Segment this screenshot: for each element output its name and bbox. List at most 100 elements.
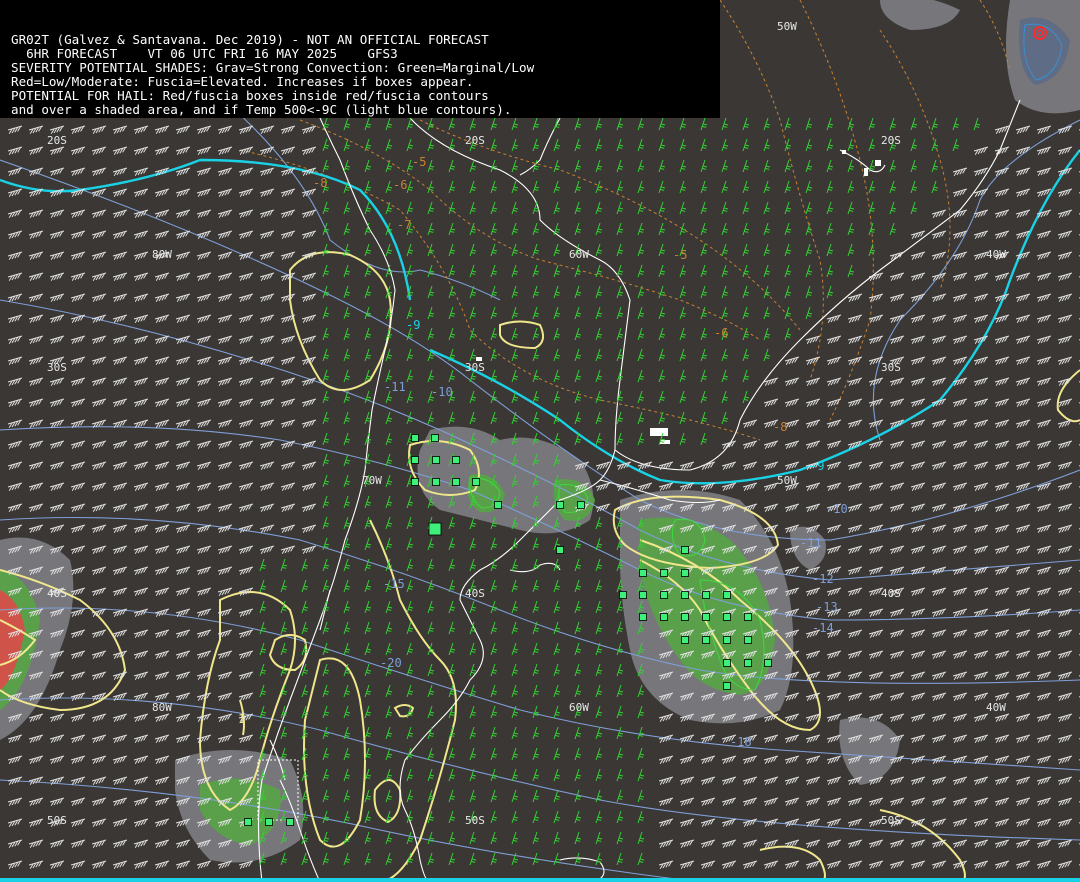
- wind-barb: [406, 537, 414, 551]
- wind-barb: [994, 671, 1010, 681]
- wind-barb: [868, 482, 884, 492]
- wind-barb: [70, 377, 86, 387]
- wind-barb: [49, 713, 65, 723]
- wind-barb: [931, 461, 947, 471]
- wind-barb: [322, 726, 330, 740]
- wind-barb: [658, 159, 666, 173]
- wind-barb: [28, 356, 44, 366]
- wind-barb: [1015, 650, 1031, 660]
- wind-barb: [742, 390, 750, 404]
- wind-barb: [616, 306, 624, 320]
- label-60w-south: 60W: [569, 701, 589, 714]
- wind-barb: [1036, 860, 1052, 870]
- wind-barb: [700, 264, 708, 278]
- wind-barb: [301, 293, 317, 303]
- wind-barb: [595, 432, 603, 446]
- wind-barb: [427, 369, 435, 383]
- wind-barb: [742, 419, 758, 429]
- wind-barb: [154, 776, 170, 786]
- header-line-title: GR02T (Galvez & Santavana. Dec 2019) - N…: [11, 32, 489, 47]
- wind-barb: [847, 159, 855, 173]
- wind-barb: [805, 587, 821, 597]
- wind-barb: [427, 831, 435, 845]
- wind-barb: [826, 222, 834, 236]
- wind-barb: [112, 125, 128, 135]
- wind-barb: [49, 272, 65, 282]
- wind-barb: [784, 440, 800, 450]
- wind-barb: [490, 138, 498, 152]
- wind-barb: [28, 335, 44, 345]
- wind-barb: [805, 671, 821, 681]
- wind-barb: [406, 516, 414, 530]
- wind-barb: [217, 356, 233, 366]
- wind-barb: [868, 503, 884, 513]
- wind-barb: [7, 209, 23, 219]
- wind-barb: [1057, 251, 1073, 261]
- wind-barb: [889, 608, 905, 618]
- wind-barb: [721, 159, 729, 173]
- wind-barb: [343, 558, 351, 572]
- wind-barb: [553, 138, 561, 152]
- wind-barb: [805, 356, 821, 366]
- wind-barb: [1036, 482, 1052, 492]
- wind-barb: [616, 642, 624, 656]
- wind-barb: [112, 356, 128, 366]
- wind-barb: [280, 209, 296, 219]
- wind-barb: [700, 734, 716, 744]
- wind-barb: [469, 201, 477, 215]
- wind-barb: [931, 503, 947, 513]
- wind-barb: [448, 117, 456, 131]
- wind-barb: [742, 222, 750, 236]
- wind-barb: [406, 369, 414, 383]
- wind-barb: [91, 524, 107, 534]
- wind-barb: [259, 684, 267, 698]
- wind-barb: [1057, 650, 1073, 660]
- wind-barb: [553, 789, 561, 803]
- wind-barb: [217, 314, 233, 324]
- wind-barb: [1057, 209, 1073, 219]
- wind-barb: [805, 755, 821, 765]
- wind-barb: [70, 545, 86, 555]
- bottom-border: [0, 878, 1080, 882]
- wind-barb: [322, 600, 330, 614]
- wind-barb: [217, 230, 233, 240]
- wind-barb: [427, 663, 435, 677]
- wind-barb: [763, 482, 779, 492]
- wind-barb: [91, 503, 107, 513]
- wind-barb: [154, 608, 170, 618]
- wind-barb: [553, 390, 561, 404]
- wind-barb: [952, 293, 968, 303]
- wind-barb: [112, 587, 128, 597]
- wind-barb: [175, 419, 191, 429]
- wind-barb: [574, 684, 582, 698]
- wind-barb: [196, 587, 212, 597]
- wind-barb: [658, 860, 674, 870]
- wind-barb: [721, 839, 737, 849]
- contour-label: -9: [406, 318, 421, 332]
- wind-barb: [1015, 167, 1031, 177]
- wind-barb: [133, 629, 149, 639]
- wind-barb: [952, 671, 968, 681]
- wind-barb: [196, 272, 212, 282]
- wind-barb: [490, 348, 498, 362]
- wind-barb: [154, 440, 170, 450]
- wind-barb: [175, 293, 191, 303]
- wind-barb: [889, 398, 905, 408]
- wind-barb: [910, 159, 918, 173]
- wind-barb: [868, 629, 884, 639]
- contour-label: -12: [812, 572, 834, 586]
- wind-barb: [973, 524, 989, 534]
- wind-barb: [91, 167, 107, 177]
- wind-barb: [490, 159, 498, 173]
- wind-barb: [448, 411, 456, 425]
- wind-barb: [532, 537, 540, 551]
- wind-barb: [217, 209, 233, 219]
- wind-barb: [133, 650, 149, 660]
- wind-barb: [448, 285, 456, 299]
- wind-barb: [721, 860, 737, 870]
- wind-barb: [889, 272, 905, 282]
- wind-barb: [49, 503, 65, 513]
- wind-barb: [952, 167, 968, 177]
- wind-barb: [1057, 503, 1073, 513]
- contour-label: -5: [412, 155, 427, 169]
